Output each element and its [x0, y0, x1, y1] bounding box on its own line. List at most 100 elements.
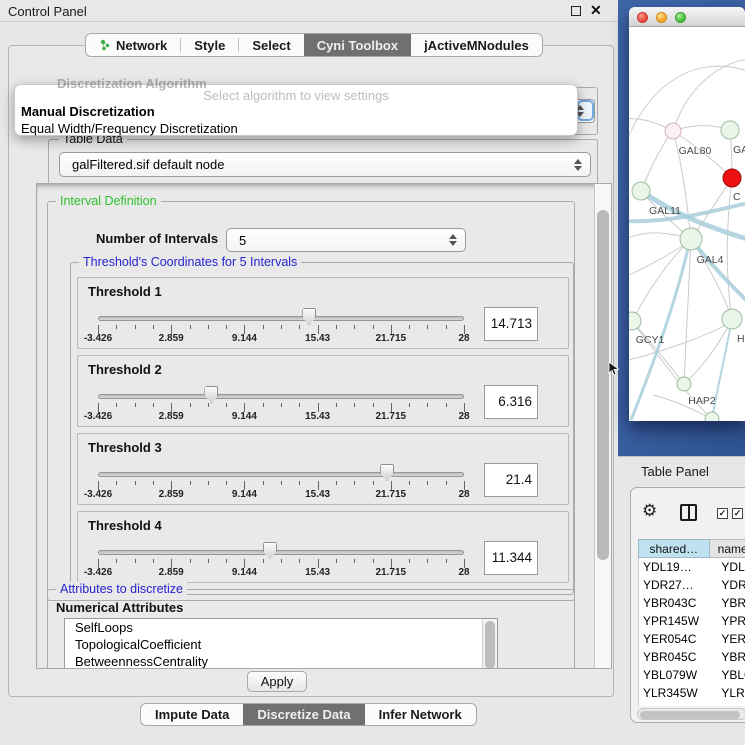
tab-cyni-toolbox[interactable]: Cyni Toolbox	[304, 34, 411, 56]
threshold-value-field[interactable]: 21.4	[484, 463, 538, 497]
thresholds-group: Threshold's Coordinates for 5 Intervals …	[70, 262, 574, 595]
network-node-hap2[interactable]	[677, 377, 691, 391]
minimize-traffic-light-icon[interactable]	[656, 12, 667, 23]
tab-impute-data[interactable]: Impute Data	[141, 704, 243, 725]
network-edge[interactable]	[641, 131, 673, 191]
threshold-value-field[interactable]: 6.316	[484, 385, 538, 419]
settings-scrollbar-thumb[interactable]	[597, 210, 609, 560]
tab-select[interactable]: Select	[239, 34, 303, 56]
threshold-value-field[interactable]: 14.713	[484, 307, 538, 341]
network-node-gal80[interactable]	[665, 123, 681, 139]
cell-name[interactable]: YER05	[712, 630, 745, 648]
cell-shared-name[interactable]: YER054C	[639, 630, 712, 648]
cell-shared-name[interactable]: YDL19…	[639, 558, 712, 576]
column-header-shared-name[interactable]: shared…	[638, 539, 710, 558]
table-hscrollbar-thumb[interactable]	[640, 711, 740, 719]
spinner-arrows-icon	[574, 159, 582, 171]
table-row[interactable]: YDR27…YDR27	[639, 576, 745, 594]
table-row[interactable]: YLR345WYLR34	[639, 684, 745, 702]
network-node-h[interactable]	[722, 309, 742, 329]
menu-item-manual-discretization[interactable]: Manual Discretization	[21, 104, 155, 119]
control-panel-tab-bar: NetworkStyleSelectCyni ToolboxjActiveMNo…	[85, 33, 543, 57]
table-panel-title: Table Panel	[641, 464, 709, 479]
interval-definition-title: Interval Definition	[56, 194, 161, 208]
list-item-betweennesscentrality[interactable]: BetweennessCentrality	[65, 653, 497, 669]
threshold-slider-thumb[interactable]	[302, 308, 316, 325]
network-node-gal4[interactable]	[680, 228, 702, 250]
table-data-combobox[interactable]: galFiltered.sif default node	[59, 152, 591, 177]
network-node-gcy1[interactable]	[629, 312, 641, 330]
cell-name[interactable]: YBR04	[712, 648, 745, 666]
threshold-slider-track[interactable]	[98, 550, 464, 555]
network-edge[interactable]	[632, 239, 691, 321]
apply-button[interactable]: Apply	[247, 671, 307, 692]
cell-name[interactable]: YDR27	[712, 576, 745, 594]
checkbox-select-icon-2[interactable]: ✓	[732, 508, 743, 519]
cell-shared-name[interactable]: YDR27…	[639, 576, 712, 594]
table-row[interactable]: YER054CYER05	[639, 630, 745, 648]
table-row[interactable]: YBR045CYBR04	[639, 648, 745, 666]
threshold-slider-track[interactable]	[98, 472, 464, 477]
cell-shared-name[interactable]: YPR145W	[639, 612, 712, 630]
slider-tick-labels: -3.4262.8599.14415.4321.71528	[98, 489, 464, 501]
list-item-topologicalcoefficient[interactable]: TopologicalCoefficient	[65, 636, 497, 653]
table-row[interactable]: YDL19…YDL19	[639, 558, 745, 576]
table-row[interactable]: YBR043CYBR04	[639, 594, 745, 612]
threshold-slider-thumb[interactable]	[263, 542, 277, 559]
cell-shared-name[interactable]: YBR045C	[639, 648, 712, 666]
threshold-slider-thumb[interactable]	[204, 386, 218, 403]
cell-shared-name[interactable]: YIL053C	[639, 702, 712, 706]
cell-name[interactable]: YBL07	[712, 666, 745, 684]
float-window-icon[interactable]	[571, 6, 581, 16]
numerical-attributes-list[interactable]: SelfLoopsTopologicalCoefficientBetweenne…	[64, 618, 498, 669]
cell-name[interactable]: YIL05	[712, 702, 745, 706]
list-item-selfloops[interactable]: SelfLoops	[65, 619, 497, 636]
network-graph-canvas[interactable]: GAL80GACGAL11GAL4GCY1HHAP2	[629, 27, 745, 421]
network-edge[interactable]	[673, 59, 745, 131]
network-edge[interactable]	[727, 178, 732, 319]
menu-item-equal-width-discretization[interactable]: Equal Width/Frequency Discretization	[21, 121, 238, 136]
tab-style[interactable]: Style	[181, 34, 238, 56]
cell-name[interactable]: YDL19	[712, 558, 745, 576]
network-node-ga[interactable]	[721, 121, 739, 139]
gear-icon[interactable]: ⚙	[642, 502, 657, 519]
attributes-list-scrollbar[interactable]	[482, 619, 497, 669]
checkbox-select-icon-1[interactable]: ✓	[717, 508, 728, 519]
attributes-scrollbar-thumb[interactable]	[485, 621, 495, 669]
cell-name[interactable]: YPR14	[712, 612, 745, 630]
algorithm-combobox-spinner[interactable]	[577, 100, 594, 121]
number-of-intervals-combobox[interactable]: 5	[226, 228, 466, 252]
cell-name[interactable]: YBR04	[712, 594, 745, 612]
close-traffic-light-icon[interactable]	[637, 12, 648, 23]
threshold-slider-track[interactable]	[98, 394, 464, 399]
cell-shared-name[interactable]: YBR043C	[639, 594, 712, 612]
table-row[interactable]: YBL079WYBL07	[639, 666, 745, 684]
tab-discretize-data[interactable]: Discretize Data	[243, 704, 364, 725]
tab-network[interactable]: Network	[86, 34, 180, 56]
close-icon[interactable]: ✕	[590, 2, 602, 19]
tab-jactivemnodules[interactable]: jActiveMNodules	[411, 34, 542, 56]
table-rows: YDL19…YDL19YDR27…YDR27YBR043CYBR04YPR145…	[638, 558, 745, 706]
column-layout-icon[interactable]	[680, 504, 697, 521]
network-node-gal11[interactable]	[632, 182, 650, 200]
threshold-value-field[interactable]: 11.344	[484, 541, 538, 575]
threshold-slider-track[interactable]	[98, 316, 464, 321]
network-node-c[interactable]	[723, 169, 741, 187]
zoom-traffic-light-icon[interactable]	[675, 12, 686, 23]
table-row[interactable]: YIL053CYIL05	[639, 702, 745, 706]
cell-shared-name[interactable]: YLR345W	[639, 684, 712, 702]
column-header-name[interactable]: name	[710, 539, 745, 558]
table-horizontal-scrollbar[interactable]	[637, 708, 745, 720]
settings-vertical-scrollbar[interactable]	[594, 184, 611, 668]
network-graph-svg: GAL80GACGAL11GAL4GCY1HHAP2	[629, 27, 745, 421]
threshold-slider-thumb[interactable]	[380, 464, 394, 481]
network-window-titlebar[interactable]	[629, 7, 745, 27]
table-row[interactable]: YPR145WYPR14	[639, 612, 745, 630]
tab-infer-network[interactable]: Infer Network	[365, 704, 476, 725]
cell-name[interactable]: YLR34	[712, 684, 745, 702]
network-node[interactable]	[705, 412, 719, 421]
cell-shared-name[interactable]: YBL079W	[639, 666, 712, 684]
network-edge[interactable]	[629, 243, 687, 277]
network-edge-highlighted[interactable]	[691, 239, 745, 301]
control-panel-titlebar: Control Panel ✕	[0, 0, 618, 22]
